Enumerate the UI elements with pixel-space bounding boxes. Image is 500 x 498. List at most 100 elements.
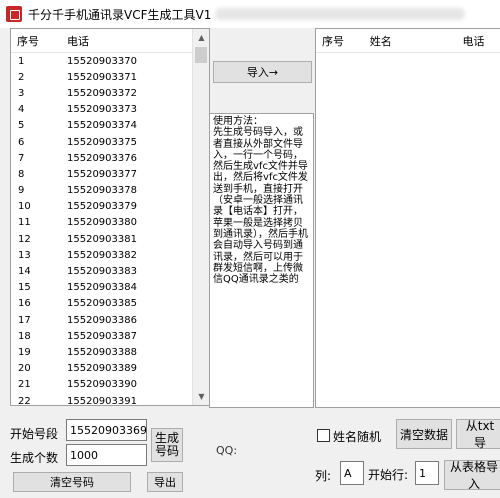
row-index: 3 [18, 87, 25, 99]
contact-table-header: 序号 姓名 电话 [316, 29, 500, 53]
row-index: 1 [18, 55, 25, 67]
row-phone: 15520903390 [67, 379, 137, 391]
row-phone: 15520903373 [67, 104, 137, 116]
row-phone: 15520903378 [67, 185, 137, 197]
list-item[interactable]: 18 15520903387 [11, 328, 193, 344]
column-header-index[interactable]: 序号 [11, 33, 64, 49]
instructions-text[interactable]: 使用方法： 先生成号码导入，或者直接从外部文件导入，一行一个号码，然后生成vfc… [209, 113, 314, 408]
list-item[interactable]: 13 15520903382 [11, 247, 193, 263]
app-icon [6, 6, 22, 22]
row-index: 12 [18, 233, 31, 245]
import-sheet-button[interactable]: 从表格导入 [444, 460, 500, 491]
list-item[interactable]: 17 15520903386 [11, 312, 193, 328]
row-phone: 15520903384 [67, 282, 137, 294]
list-item[interactable]: 22 15520903391 [11, 393, 193, 406]
title-blur-region [215, 8, 465, 20]
phone-list[interactable]: 序号 电话 1 15520903370 2 15520903371 3 155209033… [10, 28, 210, 406]
list-item[interactable]: 7 15520903376 [11, 150, 193, 166]
column-header-index[interactable]: 序号 [316, 33, 370, 49]
row-phone: 15520903374 [67, 120, 137, 132]
row-index: 14 [18, 266, 31, 278]
column-input[interactable]: A [340, 461, 364, 485]
row-index: 2 [18, 71, 25, 83]
row-phone: 15520903375 [67, 136, 137, 148]
row-phone: 15520903387 [67, 330, 137, 342]
row-phone: 15520903388 [67, 346, 137, 358]
row-phone: 15520903383 [67, 266, 137, 278]
list-item[interactable]: 5 15520903374 [11, 118, 193, 134]
column-header-name[interactable]: 姓名 [370, 33, 463, 49]
row-phone: 15520903389 [67, 363, 137, 375]
row-index: 13 [18, 249, 31, 261]
clear-data-button[interactable]: 清空数据 [396, 419, 452, 449]
row-index: 18 [18, 330, 31, 342]
row-phone: 15520903376 [67, 152, 137, 164]
list-item[interactable]: 15 15520903384 [11, 280, 193, 296]
row-phone: 15520903370 [67, 55, 137, 67]
phone-list-scrollbar[interactable]: ▲ ▼ [192, 29, 209, 405]
list-item[interactable]: 20 15520903389 [11, 361, 193, 377]
column-label: 列: [315, 469, 332, 483]
list-item[interactable]: 16 15520903385 [11, 296, 193, 312]
generate-button[interactable]: 生成 号码 [151, 428, 183, 462]
title-bar: 千分千手机通讯录VCF生成工具V1 [0, 0, 500, 28]
start-number-label: 开始号段 [10, 427, 59, 441]
contact-table[interactable]: 序号 姓名 电话 [315, 28, 500, 408]
list-item[interactable]: 6 15520903375 [11, 134, 193, 150]
row-index: 9 [18, 185, 25, 197]
row-index: 10 [18, 201, 31, 213]
row-index: 7 [18, 152, 25, 164]
row-phone: 15520903380 [67, 217, 137, 229]
scroll-down-icon[interactable]: ▼ [193, 388, 209, 405]
list-item[interactable]: 8 15520903377 [11, 166, 193, 182]
export-button[interactable]: 导出 [147, 472, 183, 492]
row-phone: 15520903386 [67, 314, 137, 326]
row-index: 8 [18, 168, 25, 180]
list-item[interactable]: 12 15520903381 [11, 231, 193, 247]
count-label: 生成个数 [10, 451, 59, 465]
qq-label: QQ: [216, 444, 238, 457]
row-index: 21 [18, 379, 31, 391]
row-index: 11 [18, 217, 31, 229]
column-header-phone[interactable]: 电话 [463, 33, 500, 49]
list-item[interactable]: 11 15520903380 [11, 215, 193, 231]
row-index: 16 [18, 298, 31, 310]
start-row-label: 开始行: [368, 468, 409, 482]
row-phone: 15520903371 [67, 71, 137, 83]
list-item[interactable]: 1 15520903370 [11, 53, 193, 69]
random-name-label[interactable]: 姓名随机 [333, 428, 381, 445]
list-item[interactable]: 21 15520903390 [11, 377, 193, 393]
row-phone: 15520903382 [67, 249, 137, 261]
row-phone: 15520903391 [67, 395, 137, 406]
row-phone: 15520903377 [67, 168, 137, 180]
start-row-input[interactable]: 1 [415, 461, 439, 485]
list-item[interactable]: 19 15520903388 [11, 344, 193, 360]
row-index: 17 [18, 314, 31, 326]
list-item[interactable]: 9 15520903378 [11, 183, 193, 199]
list-item[interactable]: 2 15520903371 [11, 69, 193, 85]
row-index: 19 [18, 346, 31, 358]
import-button[interactable]: 导入→ [213, 61, 312, 83]
random-name-checkbox[interactable] [317, 429, 330, 442]
row-phone: 15520903385 [67, 298, 137, 310]
column-header-phone[interactable]: 电话 [64, 33, 184, 49]
row-index: 5 [18, 120, 25, 132]
row-index: 6 [18, 136, 25, 148]
row-index: 22 [18, 395, 31, 406]
list-item[interactable]: 14 15520903383 [11, 263, 193, 279]
phone-list-header: 序号 电话 [11, 29, 209, 53]
clear-numbers-button[interactable]: 清空号码 [13, 472, 131, 492]
list-item[interactable]: 3 15520903372 [11, 85, 193, 101]
row-index: 4 [18, 104, 25, 116]
row-index: 15 [18, 282, 31, 294]
list-item[interactable]: 4 15520903373 [11, 102, 193, 118]
row-phone: 15520903381 [67, 233, 137, 245]
row-phone: 15520903372 [67, 87, 137, 99]
row-index: 20 [18, 363, 31, 375]
list-item[interactable]: 10 15520903379 [11, 199, 193, 215]
import-txt-button[interactable]: 从txt导 [456, 419, 500, 450]
scroll-thumb[interactable] [195, 47, 207, 63]
scroll-up-icon[interactable]: ▲ [193, 29, 209, 46]
count-input[interactable]: 1000 [66, 444, 147, 466]
start-number-input[interactable]: 15520903369 [66, 419, 147, 441]
